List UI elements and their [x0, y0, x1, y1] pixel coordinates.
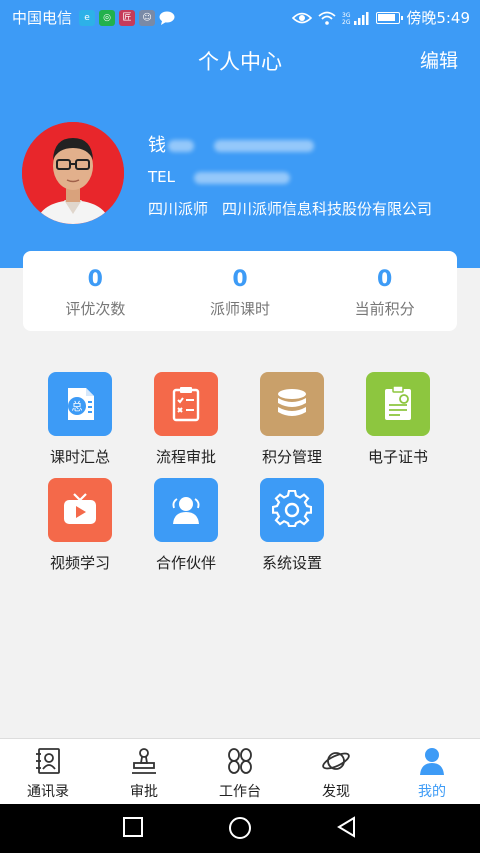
- stat-label: 当前积分: [354, 300, 415, 318]
- tile-system-settings: [260, 478, 324, 542]
- stat-awards[interactable]: 0 评优次数: [23, 251, 168, 331]
- gear-icon: [272, 490, 312, 528]
- stat-value: 0: [87, 267, 103, 292]
- certificate-icon: [385, 385, 411, 420]
- tab-label: 审批: [130, 784, 158, 800]
- contacts-icon: [36, 748, 60, 774]
- avatar[interactable]: [22, 122, 124, 224]
- tile-partners: [154, 478, 218, 542]
- eye-icon: [292, 12, 313, 23]
- back-triangle-icon[interactable]: [336, 816, 358, 838]
- notification-icon-1: e: [79, 9, 96, 26]
- summary-icon: 总: [68, 388, 94, 420]
- tile-hours-summary: 总: [48, 372, 112, 436]
- notification-icon-3: 匠: [119, 9, 136, 26]
- grid-item-video-learning[interactable]: 视频学习: [30, 478, 130, 573]
- stat-hours[interactable]: 0 派师课时: [168, 251, 313, 331]
- tab-contacts[interactable]: 通讯录: [0, 739, 96, 804]
- profile-organization: 四川派师 四川派师信息科技股份有限公司: [148, 198, 432, 219]
- avatar-photo: [22, 122, 124, 224]
- grid-item-e-certificate[interactable]: 电子证书: [348, 372, 448, 467]
- signal-icon: 3G 2G: [342, 11, 369, 25]
- battery-icon: [376, 11, 404, 24]
- profile-name-text: 钱: [148, 135, 166, 156]
- tile-approval-flow: [154, 372, 218, 436]
- svg-text:2G: 2G: [342, 19, 351, 25]
- grid-label: 合作伙伴: [155, 554, 216, 572]
- edit-button[interactable]: 编辑: [420, 46, 458, 73]
- tel-label: TEL: [148, 168, 175, 186]
- tile-video-learning: [48, 478, 112, 542]
- stamp-icon: [132, 748, 156, 774]
- grid-item-approval-flow[interactable]: 流程审批: [136, 372, 236, 467]
- tab-label: 通讯录: [27, 784, 69, 800]
- wifi-icon: [318, 11, 336, 25]
- grid-item-points-management[interactable]: 积分管理: [242, 372, 342, 467]
- grid-item-partners[interactable]: 合作伙伴: [136, 478, 236, 573]
- title-bar: 个人中心 编辑: [0, 40, 480, 80]
- notification-icon-4: ☺: [139, 9, 156, 26]
- notification-icon-2: ◎: [99, 9, 116, 26]
- tab-label: 我的: [418, 784, 446, 800]
- tab-workbench[interactable]: 工作台: [192, 739, 288, 804]
- tab-discover[interactable]: 发现: [288, 739, 384, 804]
- tab-approval[interactable]: 审批: [96, 739, 192, 804]
- redacted-id: [213, 140, 314, 152]
- database-icon: [278, 389, 306, 416]
- svg-text:3G: 3G: [342, 12, 351, 19]
- grid-label: 视频学习: [49, 554, 110, 572]
- stat-label: 派师课时: [210, 300, 271, 318]
- stat-value: 0: [232, 267, 248, 292]
- tv-icon: [64, 493, 96, 524]
- recents-square-icon[interactable]: [122, 816, 144, 838]
- redacted-phone: [193, 171, 290, 184]
- carrier-label: 中国电信: [12, 9, 73, 27]
- profile-name: 钱: [148, 131, 314, 157]
- planet-icon: [322, 752, 350, 770]
- tile-e-certificate: [366, 372, 430, 436]
- bottom-tab-bar: 通讯录 审批 工作台 发现 我的: [0, 738, 480, 804]
- grid-label: 积分管理: [261, 448, 322, 466]
- grid-item-hours-summary[interactable]: 总 课时汇总: [30, 372, 130, 467]
- grid-label: 流程审批: [155, 448, 216, 466]
- tab-mine[interactable]: 我的: [384, 739, 480, 804]
- clipboard-icon: [172, 387, 200, 422]
- grid-label: 课时汇总: [49, 448, 110, 466]
- stat-label: 评优次数: [65, 300, 126, 318]
- grid-item-system-settings[interactable]: 系统设置: [242, 478, 342, 573]
- status-bar: 中国电信 e ◎ 匠 ☺ 3G 2G 傍晚5:49: [0, 0, 480, 34]
- home-circle-icon[interactable]: [228, 816, 252, 840]
- stat-points[interactable]: 0 当前积分: [312, 251, 457, 331]
- profile-company: 四川派师信息科技股份有限公司: [222, 200, 433, 218]
- tile-points-management: [260, 372, 324, 436]
- stat-value: 0: [377, 267, 393, 292]
- person-icon: [420, 748, 444, 775]
- system-navigation-bar: [0, 804, 480, 853]
- partners-icon: [172, 497, 200, 524]
- redacted-name: [168, 140, 194, 152]
- profile-title: 四川派师: [148, 200, 209, 218]
- grid-label: 系统设置: [261, 554, 322, 572]
- workbench-icon: [228, 748, 252, 774]
- page-title: 个人中心: [198, 50, 282, 74]
- stats-card: 0 评优次数 0 派师课时 0 当前积分: [23, 251, 457, 331]
- clock: 傍晚5:49: [406, 9, 470, 27]
- svg-text:总: 总: [72, 399, 83, 413]
- grid-label: 电子证书: [367, 448, 428, 466]
- tab-label: 工作台: [219, 784, 261, 800]
- tab-label: 发现: [322, 784, 350, 800]
- chat-bubble-icon: [159, 11, 175, 25]
- profile-tel: TEL: [148, 168, 290, 186]
